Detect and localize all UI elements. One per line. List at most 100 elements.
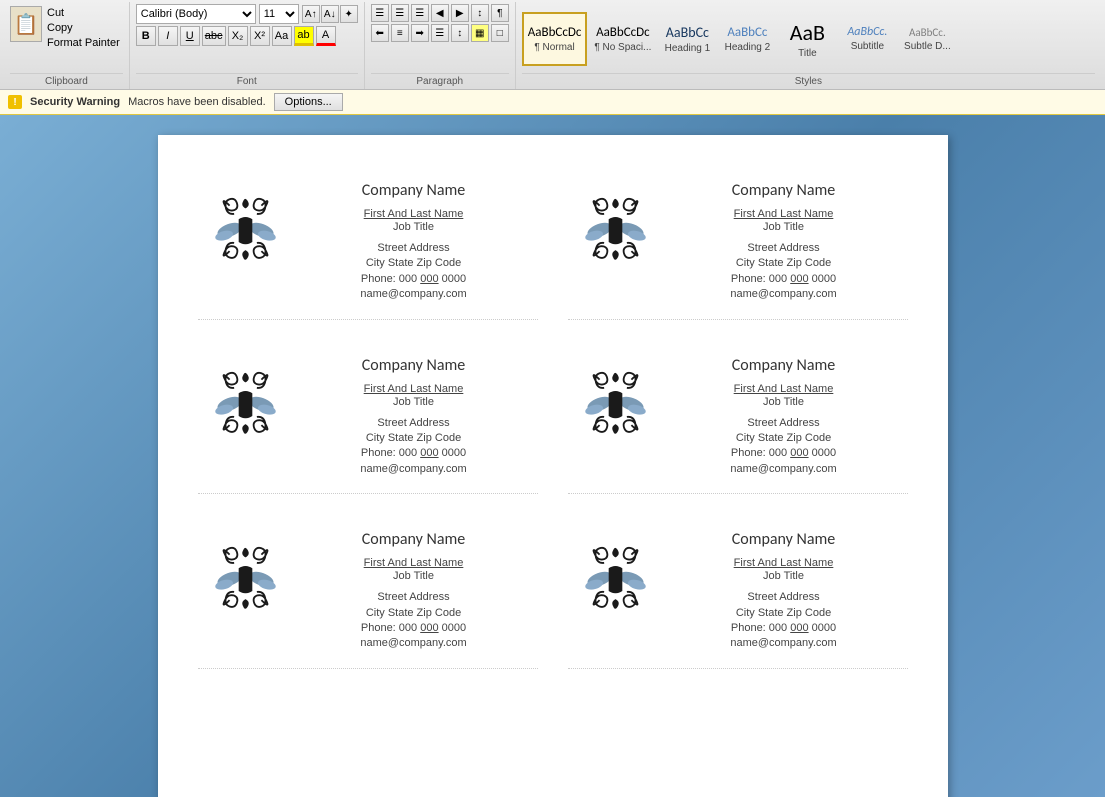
- security-icon: !: [8, 95, 22, 109]
- card-phone: Phone: 000 000 0000: [731, 447, 836, 459]
- bold-button[interactable]: B: [136, 26, 156, 46]
- business-card: Company Name First And Last Name Job Tit…: [568, 340, 908, 495]
- style-subtle-preview: AaBbCc.: [909, 26, 946, 39]
- borders-button[interactable]: □: [491, 24, 509, 42]
- card-email: name@company.com: [360, 637, 466, 649]
- card-phone: Phone: 000 000 0000: [731, 622, 836, 634]
- paragraph-row2: ⬅ ≡ ➡ ☰ ↕ ▦ □: [371, 24, 509, 42]
- style-title-label: Title: [798, 48, 817, 59]
- font-label: Font: [136, 73, 358, 89]
- business-card: Company Name First And Last Name Job Tit…: [568, 165, 908, 320]
- change-case-button[interactable]: Aa: [272, 26, 292, 46]
- increase-indent-button[interactable]: ▶: [451, 4, 469, 22]
- copy-button[interactable]: Copy: [44, 21, 123, 35]
- style-subtitle[interactable]: AaBbCc. Subtitle: [838, 12, 896, 66]
- card-phone: Phone: 000 000 0000: [361, 447, 466, 459]
- card-job-title: Job Title: [298, 570, 530, 582]
- business-card: Company Name First And Last Name Job Tit…: [198, 165, 538, 320]
- style-subtle-label: Subtle D...: [904, 41, 951, 52]
- card-company-name: Company Name: [668, 530, 900, 549]
- card-logo: [206, 541, 286, 641]
- multilevel-button[interactable]: ☰: [411, 4, 429, 22]
- card-address: Street Address City State Zip Code Phone…: [298, 590, 530, 652]
- logo-svg: [578, 366, 653, 466]
- align-center-button[interactable]: ≡: [391, 24, 409, 42]
- card-company-name: Company Name: [298, 530, 530, 549]
- card-person-name: First And Last Name: [668, 557, 900, 569]
- card-logo: [206, 366, 286, 466]
- card-address: Street Address City State Zip Code Phone…: [298, 416, 530, 478]
- cut-button[interactable]: Cut: [44, 6, 123, 20]
- security-bar: ! Security Warning Macros have been disa…: [0, 90, 1105, 115]
- card-person-name: First And Last Name: [298, 383, 530, 395]
- bullets-button[interactable]: ☰: [371, 4, 389, 22]
- business-card: Company Name First And Last Name Job Tit…: [568, 514, 908, 669]
- document: Company Name First And Last Name Job Tit…: [158, 135, 948, 797]
- strikethrough-button[interactable]: abc: [202, 26, 226, 46]
- clear-format-button[interactable]: ✦: [340, 5, 358, 23]
- sort-button[interactable]: ↕: [471, 4, 489, 22]
- card-content: Company Name First And Last Name Job Tit…: [668, 530, 900, 652]
- card-email: name@company.com: [360, 288, 466, 300]
- font-size-buttons: A↑ A↓ ✦: [302, 5, 358, 23]
- toolbar: 📋 Cut Copy Format Painter Clipboard Cali…: [0, 0, 1105, 90]
- align-left-button[interactable]: ⬅: [371, 24, 389, 42]
- clipboard-actions: Cut Copy Format Painter: [44, 6, 123, 50]
- font-size-select[interactable]: 11: [259, 4, 299, 24]
- style-nospace-preview: AaBbCcDc: [596, 25, 650, 40]
- card-phone: Phone: 000 000 0000: [361, 273, 466, 285]
- style-h2-label: Heading 2: [725, 42, 771, 53]
- superscript-button[interactable]: X²: [250, 26, 270, 46]
- business-card: Company Name First And Last Name Job Tit…: [198, 340, 538, 495]
- styles-label: Styles: [522, 73, 1095, 89]
- justify-button[interactable]: ☰: [431, 24, 449, 42]
- style-heading2[interactable]: AaBbCc Heading 2: [718, 12, 776, 66]
- subscript-button[interactable]: X₂: [228, 26, 248, 46]
- format-painter-button[interactable]: Format Painter: [44, 36, 123, 50]
- numbering-button[interactable]: ☰: [391, 4, 409, 22]
- paragraph-label: Paragraph: [371, 73, 509, 89]
- style-no-spacing[interactable]: AaBbCcDc ¶ No Spaci...: [589, 12, 656, 66]
- style-subtle[interactable]: AaBbCc. Subtle D...: [898, 12, 956, 66]
- highlight-button[interactable]: ab: [294, 26, 314, 46]
- security-warning-text: Macros have been disabled.: [128, 96, 266, 108]
- card-email: name@company.com: [360, 463, 466, 475]
- decrease-indent-button[interactable]: ◀: [431, 4, 449, 22]
- align-right-button[interactable]: ➡: [411, 24, 429, 42]
- style-normal[interactable]: AaBbCcDc ¶ Normal: [522, 12, 588, 66]
- font-family-select[interactable]: Calibri (Body): [136, 4, 256, 24]
- font-color-button[interactable]: A: [316, 26, 336, 46]
- card-address: Street Address City State Zip Code Phone…: [668, 241, 900, 303]
- card-job-title: Job Title: [668, 221, 900, 233]
- style-heading1[interactable]: AaBbCc Heading 1: [658, 12, 716, 66]
- line-spacing-button[interactable]: ↕: [451, 24, 469, 42]
- card-content: Company Name First And Last Name Job Tit…: [298, 356, 530, 478]
- font-grow-button[interactable]: A↑: [302, 5, 320, 23]
- card-job-title: Job Title: [298, 396, 530, 408]
- shading-button[interactable]: ▦: [471, 24, 489, 42]
- card-company-name: Company Name: [668, 356, 900, 375]
- card-phone: Phone: 000 000 0000: [731, 273, 836, 285]
- card-job-title: Job Title: [668, 396, 900, 408]
- logo-svg: [578, 541, 653, 641]
- font-shrink-button[interactable]: A↓: [321, 5, 339, 23]
- card-person-name: First And Last Name: [668, 383, 900, 395]
- card-address: Street Address City State Zip Code Phone…: [298, 241, 530, 303]
- underline-button[interactable]: U: [180, 26, 200, 46]
- card-email: name@company.com: [730, 637, 836, 649]
- italic-button[interactable]: I: [158, 26, 178, 46]
- card-email: name@company.com: [730, 463, 836, 475]
- options-button[interactable]: Options...: [274, 93, 343, 111]
- style-normal-preview: AaBbCcDc: [528, 25, 582, 40]
- card-logo: [576, 192, 656, 292]
- logo-svg: [578, 192, 653, 292]
- show-hide-button[interactable]: ¶: [491, 4, 509, 22]
- style-normal-label: ¶ Normal: [534, 42, 574, 53]
- style-title[interactable]: AaB Title: [778, 12, 836, 66]
- paste-button[interactable]: 📋: [10, 6, 42, 42]
- paragraph-row1: ☰ ☰ ☰ ◀ ▶ ↕ ¶: [371, 4, 509, 22]
- card-logo: [576, 366, 656, 466]
- security-warning-label: Security Warning: [30, 96, 120, 108]
- card-address: Street Address City State Zip Code Phone…: [668, 416, 900, 478]
- card-company-name: Company Name: [298, 181, 530, 200]
